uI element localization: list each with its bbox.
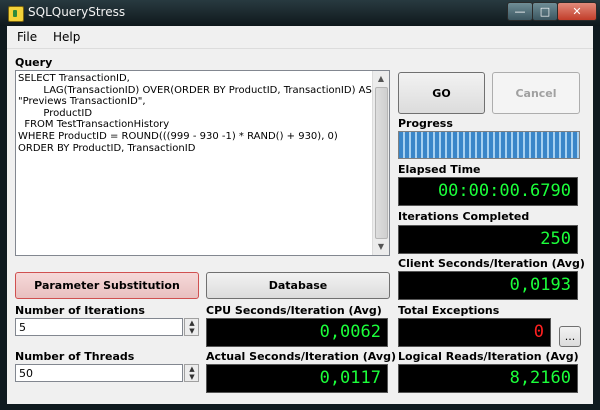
parameter-substitution-button[interactable]: Parameter Substitution — [15, 272, 199, 299]
elapsed-time-display: 00:00:00.6790 — [398, 177, 578, 206]
cpu-seconds-display: 0,0062 — [206, 318, 388, 347]
threads-input[interactable]: 50 — [15, 364, 183, 382]
app-icon — [8, 6, 24, 22]
close-button[interactable]: ✕ — [557, 2, 597, 21]
iterations-stepper[interactable]: ▲ ▼ — [184, 318, 199, 336]
actual-seconds-display: 0,0117 — [206, 364, 388, 393]
scroll-down-icon[interactable]: ▼ — [376, 242, 386, 252]
query-editor[interactable]: SELECT TransactionID, LAG(TransactionID)… — [15, 70, 390, 256]
go-button[interactable]: GO — [398, 72, 485, 114]
progress-bar — [398, 131, 580, 159]
window-title: SQLQueryStress — [28, 5, 126, 19]
threads-stepper[interactable]: ▲ ▼ — [184, 364, 199, 382]
iterations-completed-label: Iterations Completed — [398, 210, 530, 223]
app-window: SQLQueryStress — □ ✕ File Help Query SEL… — [0, 0, 600, 410]
progress-label: Progress — [398, 117, 453, 130]
iterations-completed-display: 250 — [398, 225, 578, 254]
total-exceptions-display: 0 — [398, 318, 551, 347]
stepper-up-icon[interactable]: ▲ — [188, 365, 196, 373]
exceptions-details-button[interactable]: ... — [559, 326, 581, 347]
maximize-button[interactable]: □ — [532, 2, 558, 21]
minimize-button[interactable]: — — [507, 2, 533, 21]
menu-bar: File Help — [7, 26, 593, 49]
scroll-thumb[interactable] — [375, 87, 388, 239]
query-label: Query — [15, 56, 53, 69]
scroll-up-icon[interactable]: ▲ — [376, 74, 386, 84]
cancel-button[interactable]: Cancel — [492, 72, 580, 114]
cpu-seconds-label: CPU Seconds/Iteration (Avg) — [206, 304, 382, 317]
total-exceptions-label: Total Exceptions — [398, 304, 500, 317]
logical-reads-label: Logical Reads/Iteration (Avg) — [398, 350, 579, 363]
client-seconds-display: 0,0193 — [398, 271, 578, 300]
close-icon: ✕ — [572, 5, 582, 18]
stepper-down-icon[interactable]: ▼ — [188, 373, 196, 381]
database-button[interactable]: Database — [206, 272, 390, 299]
minimize-icon: — — [514, 5, 526, 18]
menu-file[interactable]: File — [17, 30, 37, 44]
query-scrollbar[interactable]: ▲ ▼ — [372, 71, 389, 255]
client-seconds-label: Client Seconds/Iteration (Avg) — [398, 257, 585, 270]
iterations-label: Number of Iterations — [15, 304, 145, 317]
threads-label: Number of Threads — [15, 350, 135, 363]
actual-seconds-label: Actual Seconds/Iteration (Avg) — [206, 350, 397, 363]
logical-reads-display: 8,2160 — [398, 364, 578, 393]
menu-help[interactable]: Help — [53, 30, 80, 44]
stepper-down-icon[interactable]: ▼ — [188, 327, 196, 335]
maximize-icon: □ — [539, 5, 551, 18]
query-text[interactable]: SELECT TransactionID, LAG(TransactionID)… — [18, 73, 372, 154]
title-bar[interactable]: SQLQueryStress — □ ✕ — [0, 0, 600, 26]
stepper-up-icon[interactable]: ▲ — [188, 319, 196, 327]
main-panel: File Help Query SELECT TransactionID, LA… — [7, 26, 593, 404]
iterations-input[interactable]: 5 — [15, 318, 183, 336]
elapsed-time-label: Elapsed Time — [398, 163, 481, 176]
